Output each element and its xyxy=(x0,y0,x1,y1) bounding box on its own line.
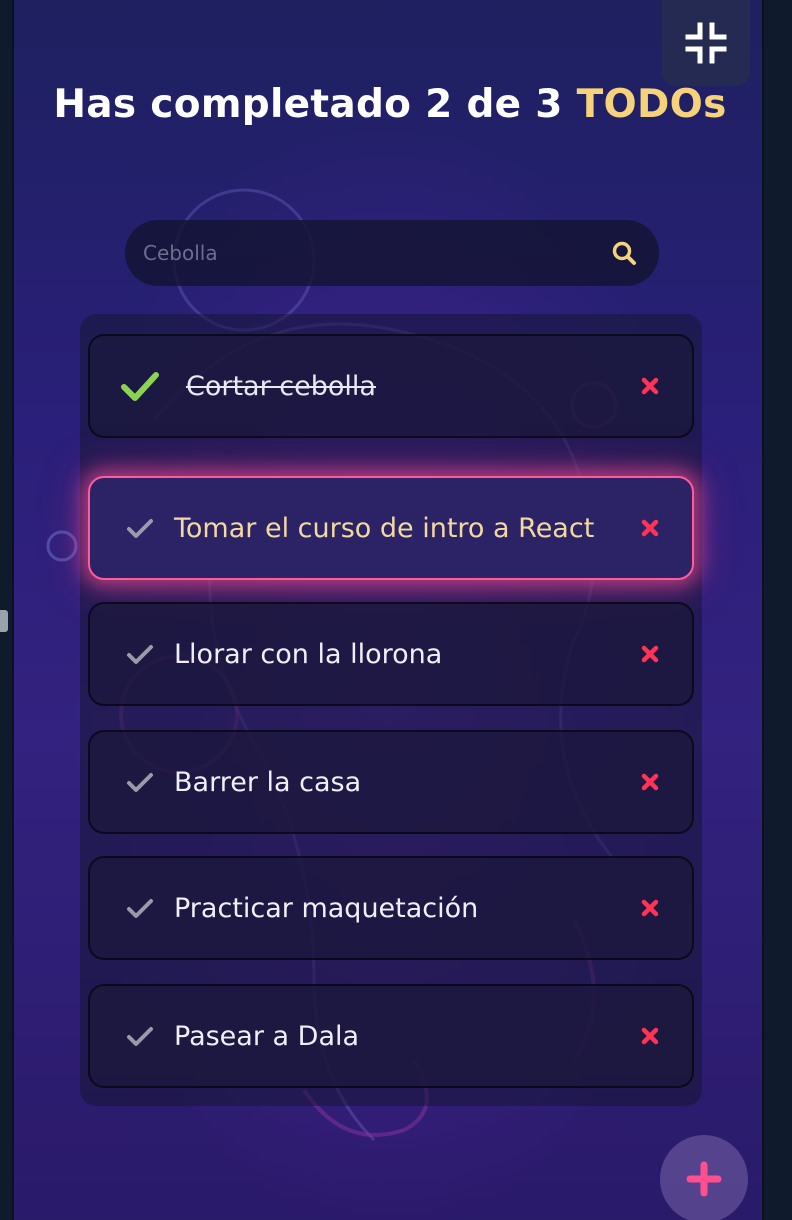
left-edge xyxy=(0,0,12,1220)
search-input[interactable] xyxy=(143,241,609,265)
side-handle[interactable] xyxy=(0,610,8,632)
check-icon[interactable] xyxy=(118,632,162,676)
title-prefix: Has completado 2 de 3 xyxy=(53,82,577,127)
todo-item[interactable]: Cortar cebolla xyxy=(88,334,694,438)
plus-icon xyxy=(686,1161,722,1197)
delete-icon[interactable] xyxy=(636,372,664,400)
delete-icon[interactable] xyxy=(636,1022,664,1050)
delete-icon[interactable] xyxy=(636,894,664,922)
check-icon[interactable] xyxy=(118,886,162,930)
check-icon[interactable] xyxy=(118,1014,162,1058)
todo-item[interactable]: Practicar maquetación xyxy=(88,856,694,960)
todo-text: Tomar el curso de intro a React xyxy=(174,512,595,544)
todo-item[interactable]: Tomar el curso de intro a React xyxy=(88,476,694,580)
add-todo-button[interactable] xyxy=(660,1135,748,1220)
delete-icon[interactable] xyxy=(636,514,664,542)
title-accent: TODOs xyxy=(576,82,727,127)
check-icon[interactable] xyxy=(118,760,162,804)
check-icon[interactable] xyxy=(118,364,162,408)
delete-icon[interactable] xyxy=(636,640,664,668)
todo-text: Cortar cebolla xyxy=(186,370,376,402)
right-edge xyxy=(764,0,792,1220)
todo-text: Llorar con la llorona xyxy=(174,638,443,670)
todo-item[interactable]: Barrer la casa xyxy=(88,730,694,834)
check-icon[interactable] xyxy=(118,506,162,550)
page-title: Has completado 2 de 3 TODOs xyxy=(14,82,762,127)
todo-text: Pasear a Dala xyxy=(174,1020,360,1052)
todo-text: Barrer la casa xyxy=(174,766,362,798)
search-icon[interactable] xyxy=(609,238,639,268)
todo-text: Practicar maquetación xyxy=(174,892,479,924)
todo-item[interactable]: Pasear a Dala xyxy=(88,984,694,1088)
app-frame: Has completado 2 de 3 TODOs Cortar cebol… xyxy=(12,0,764,1220)
delete-icon[interactable] xyxy=(636,768,664,796)
collapse-icon xyxy=(685,22,727,64)
todo-item[interactable]: Llorar con la llorona xyxy=(88,602,694,706)
search-bar xyxy=(125,220,659,286)
collapse-button[interactable] xyxy=(662,0,750,86)
